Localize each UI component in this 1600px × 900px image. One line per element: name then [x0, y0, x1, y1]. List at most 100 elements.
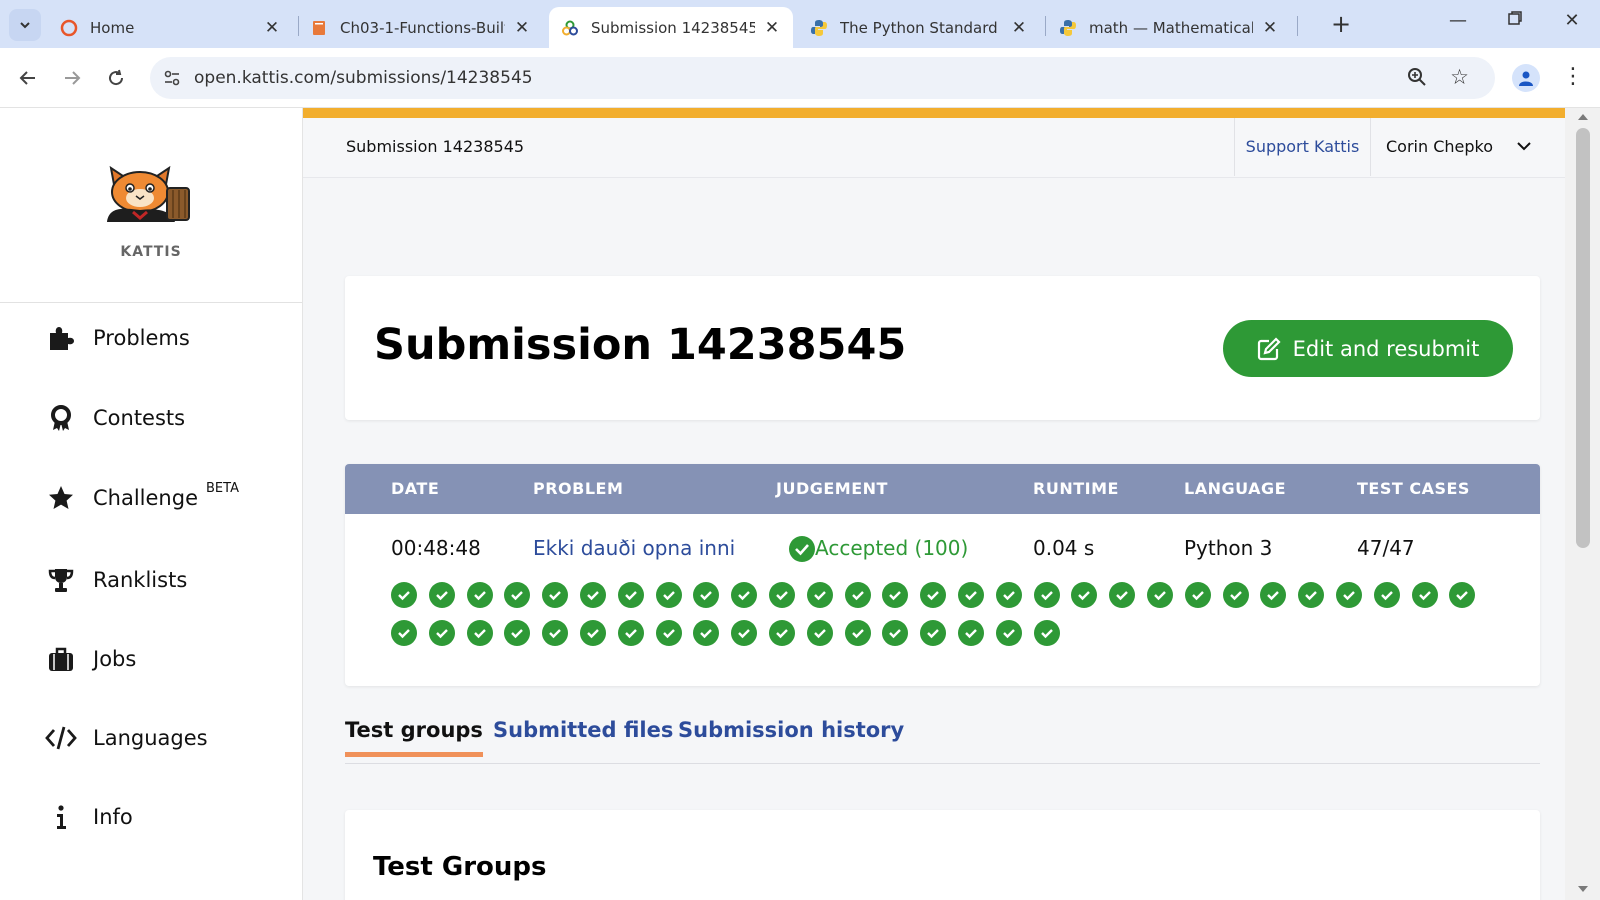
test-case-check-icon[interactable]	[655, 620, 682, 646]
tab-test-groups[interactable]: Test groups	[345, 718, 483, 757]
test-case-check-icon[interactable]	[655, 582, 682, 608]
test-case-check-icon[interactable]	[806, 620, 833, 646]
test-case-check-icon[interactable]	[428, 582, 455, 608]
restore-icon[interactable]	[1500, 10, 1530, 31]
close-icon[interactable]: ✕	[513, 18, 531, 38]
test-case-check-icon[interactable]	[958, 620, 984, 646]
test-case-check-icon[interactable]	[1109, 582, 1136, 608]
column-header-problem: PROBLEM	[533, 479, 624, 498]
kattis-cat-logo[interactable]	[105, 160, 197, 222]
submission-title-card: Submission 14238545 Edit and resubmit	[345, 276, 1540, 420]
trophy-icon	[45, 564, 77, 596]
tab-submission-history[interactable]: Submission history	[678, 718, 904, 752]
scroll-up-arrow-icon[interactable]	[1578, 114, 1588, 120]
close-icon[interactable]: ✕	[263, 18, 281, 38]
sidebar-item-contests[interactable]: Contests	[45, 398, 185, 438]
tab-submitted-files[interactable]: Submitted files	[493, 718, 673, 752]
sidebar-item-challenge[interactable]: Challenge BETA	[45, 478, 239, 518]
cell-language: Python 3	[1184, 536, 1273, 560]
browser-menu-icon[interactable]: ⋮	[1562, 62, 1584, 92]
tab-title: Submission 14238545 – Kattis	[591, 18, 755, 37]
address-bar[interactable]: open.kattis.com/submissions/14238545 ☆	[150, 57, 1495, 99]
test-case-check-icon[interactable]	[391, 582, 417, 608]
test-case-check-icon[interactable]	[542, 582, 569, 608]
site-settings-icon[interactable]	[162, 68, 182, 92]
bookmark-star-icon[interactable]: ☆	[1450, 65, 1469, 89]
test-case-check-icon[interactable]	[882, 582, 909, 608]
sidebar-item-languages[interactable]: Languages	[45, 718, 208, 758]
browser-tab-active[interactable]: Submission 14238545 – Kattis ✕	[549, 7, 793, 48]
sidebar-item-jobs[interactable]: Jobs	[45, 639, 136, 679]
test-case-check-icon[interactable]	[391, 620, 417, 646]
test-case-check-icon[interactable]	[1184, 582, 1211, 608]
test-case-check-icon[interactable]	[920, 582, 947, 608]
test-case-check-icon[interactable]	[580, 620, 606, 646]
zoom-icon[interactable]	[1407, 67, 1427, 91]
forward-arrow-icon[interactable]	[56, 62, 88, 94]
test-case-check-icon[interactable]	[1336, 582, 1362, 608]
test-case-check-icon[interactable]	[428, 620, 455, 646]
test-case-check-icon[interactable]	[1449, 582, 1476, 608]
logo-area[interactable]: KATTIS	[0, 108, 302, 303]
scroll-down-arrow-icon[interactable]	[1578, 886, 1588, 892]
test-case-check-icon[interactable]	[466, 582, 493, 608]
test-case-check-icon[interactable]	[504, 620, 531, 646]
close-icon[interactable]: ✕	[1010, 18, 1028, 38]
sidebar-item-problems[interactable]: Problems	[45, 318, 190, 358]
browser-tab[interactable]: Home ✕	[48, 7, 293, 48]
test-case-check-icon[interactable]	[617, 582, 644, 608]
scrollbar-thumb[interactable]	[1576, 128, 1590, 548]
test-case-check-icon[interactable]	[731, 582, 758, 608]
test-case-check-icon[interactable]	[806, 582, 833, 608]
puzzle-icon	[45, 322, 77, 354]
sidebar-item-info[interactable]: Info	[45, 797, 133, 837]
window-close-icon[interactable]: ✕	[1557, 10, 1587, 31]
test-case-check-icon[interactable]	[1298, 582, 1325, 608]
test-case-check-icon[interactable]	[1033, 582, 1060, 608]
test-case-check-icon[interactable]	[1411, 582, 1438, 608]
problem-link[interactable]: Ekki dauði opna inni	[533, 536, 735, 560]
test-case-check-icon[interactable]	[1222, 582, 1249, 608]
test-case-check-icon[interactable]	[920, 620, 947, 646]
test-case-check-icon[interactable]	[542, 620, 569, 646]
new-tab-plus-icon[interactable]: +	[1326, 10, 1356, 38]
tab-search-button[interactable]	[9, 9, 41, 41]
tab-divider	[1297, 16, 1298, 36]
browser-tab[interactable]: The Python Standard Library ✕	[798, 7, 1040, 48]
test-case-check-icon[interactable]	[1033, 620, 1060, 646]
test-case-check-icon[interactable]	[958, 582, 984, 608]
test-case-check-icon[interactable]	[693, 620, 720, 646]
test-case-check-icon[interactable]	[617, 620, 644, 646]
minimize-icon[interactable]: —	[1443, 10, 1473, 31]
test-case-check-icon[interactable]	[1373, 582, 1400, 608]
sidebar-item-ranklists[interactable]: Ranklists	[45, 560, 187, 600]
test-case-check-icon[interactable]	[1071, 582, 1098, 608]
test-case-check-icon[interactable]	[882, 620, 909, 646]
vertical-scrollbar[interactable]	[1565, 108, 1600, 900]
browser-tab[interactable]: math — Mathematical functions ✕	[1047, 7, 1291, 48]
test-case-check-icon[interactable]	[769, 582, 795, 608]
test-case-check-icon[interactable]	[844, 582, 871, 608]
test-case-check-icon[interactable]	[466, 620, 493, 646]
close-icon[interactable]: ✕	[763, 18, 781, 38]
test-case-check-icon[interactable]	[769, 620, 795, 646]
reload-icon[interactable]	[100, 62, 132, 94]
edit-and-resubmit-button[interactable]: Edit and resubmit	[1223, 320, 1513, 377]
browser-tab[interactable]: Ch03-1-Functions-Built-in ✕	[298, 7, 543, 48]
url-text[interactable]: open.kattis.com/submissions/14238545	[194, 57, 533, 99]
test-case-check-icon[interactable]	[1260, 582, 1287, 608]
profile-avatar-icon[interactable]	[1512, 64, 1540, 92]
test-case-check-icon[interactable]	[995, 620, 1022, 646]
support-kattis-link[interactable]: Support Kattis	[1234, 118, 1370, 176]
test-case-check-icon[interactable]	[580, 582, 606, 608]
test-case-check-icon[interactable]	[1147, 582, 1173, 608]
test-case-check-icon[interactable]	[504, 582, 531, 608]
user-menu[interactable]: Corin Chepko	[1370, 118, 1550, 176]
code-icon	[45, 722, 77, 754]
close-icon[interactable]: ✕	[1261, 18, 1279, 38]
test-case-check-icon[interactable]	[731, 620, 758, 646]
test-case-check-icon[interactable]	[995, 582, 1022, 608]
test-case-check-icon[interactable]	[844, 620, 871, 646]
test-case-check-icon[interactable]	[693, 582, 720, 608]
back-arrow-icon[interactable]	[12, 62, 44, 94]
